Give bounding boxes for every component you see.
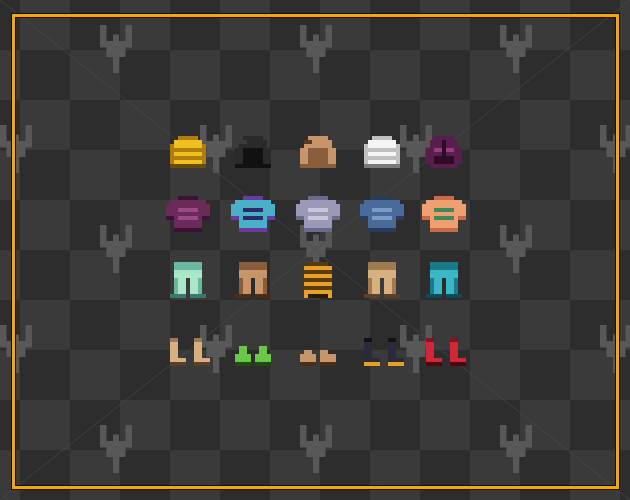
steel-chestplate-icon[interactable] — [360, 192, 404, 236]
tan-pants-icon[interactable] — [360, 258, 404, 302]
purple-mask-helmet-icon[interactable] — [422, 132, 466, 176]
purple-tunic-icon[interactable] — [166, 192, 210, 236]
green-shoes-icon[interactable] — [231, 326, 275, 370]
red-boots-sprite — [426, 338, 466, 366]
black-gold-boots-sprite — [364, 338, 404, 366]
teal-pants-sprite — [426, 262, 462, 298]
teal-pants-icon[interactable] — [422, 258, 466, 302]
leather-pants-sprite — [235, 262, 271, 298]
purple-tunic-sprite — [166, 196, 210, 232]
woven-basket-icon[interactable] — [296, 258, 340, 302]
chainmail-shirt-icon[interactable] — [296, 192, 340, 236]
gold-helmet-sprite — [170, 136, 206, 168]
mint-pants-sprite — [170, 262, 206, 298]
black-gold-boots-icon[interactable] — [360, 326, 404, 370]
tan-boots-icon[interactable] — [166, 326, 210, 370]
blue-purple-robe-sprite — [231, 196, 275, 232]
leather-hood-icon[interactable] — [296, 132, 340, 176]
black-hood-icon[interactable] — [231, 132, 275, 176]
orange-vest-icon[interactable] — [422, 192, 466, 236]
tan-pants-sprite — [364, 262, 400, 298]
leather-slippers-icon[interactable] — [296, 326, 340, 370]
inventory-frame — [12, 14, 619, 489]
mint-pants-icon[interactable] — [166, 258, 210, 302]
green-shoes-sprite — [235, 346, 271, 366]
woven-basket-sprite — [304, 262, 332, 298]
leather-hood-sprite — [300, 136, 336, 168]
blue-purple-robe-icon[interactable] — [231, 192, 275, 236]
white-helmet-sprite — [364, 136, 400, 168]
steel-chestplate-sprite — [360, 196, 404, 232]
white-helmet-icon[interactable] — [360, 132, 404, 176]
leather-pants-icon[interactable] — [231, 258, 275, 302]
red-boots-icon[interactable] — [422, 326, 466, 370]
tan-boots-sprite — [170, 338, 210, 366]
purple-mask-helmet-sprite — [426, 136, 462, 168]
orange-vest-sprite — [422, 196, 466, 232]
black-hood-sprite — [235, 136, 271, 168]
gold-helmet-icon[interactable] — [166, 132, 210, 176]
chainmail-shirt-sprite — [296, 196, 340, 232]
leather-slippers-sprite — [300, 350, 336, 366]
